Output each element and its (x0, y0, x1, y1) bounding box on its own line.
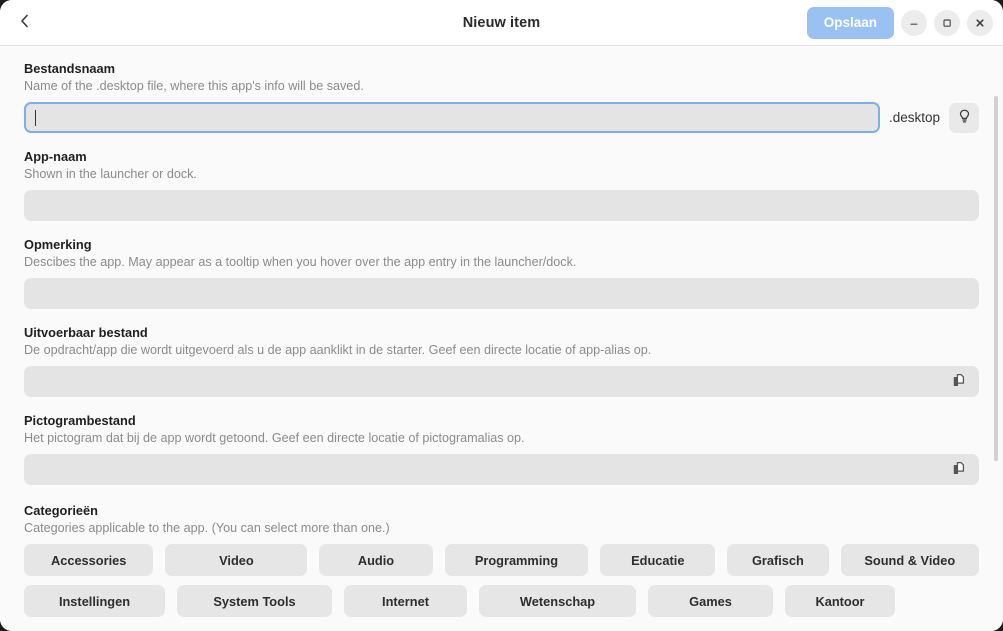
lightbulb-icon (956, 108, 973, 128)
executable-input-row (24, 366, 979, 397)
appname-description: Shown in the launcher or dock. (24, 167, 197, 181)
category-button[interactable]: Programming (444, 544, 589, 576)
form-content: Bestandsnaam Name of the .desktop file, … (0, 46, 1003, 631)
field-filename: Bestandsnaam Name of the .desktop file, … (24, 60, 979, 133)
filename-input-row: .desktop (24, 102, 979, 133)
appname-label: App-naam (24, 149, 87, 164)
scrollbar-thumb[interactable] (994, 96, 998, 461)
iconfile-input[interactable] (24, 454, 979, 485)
app-window: Nieuw item Opslaan Bestandsnaam Name of … (0, 0, 1003, 631)
field-comment: Opmerking Descibes the app. May appear a… (24, 236, 979, 309)
back-button[interactable] (8, 6, 42, 40)
header-controls: Opslaan (806, 6, 993, 39)
category-button[interactable]: Educatie (600, 544, 716, 576)
filename-label: Bestandsnaam (24, 61, 116, 76)
category-row: Instellingen System Tools Internet Wetensch… (24, 585, 979, 617)
appname-input[interactable] (24, 190, 979, 221)
executable-label: Uitvoerbaar bestand (24, 325, 148, 340)
header-bar: Nieuw item Opslaan (0, 0, 1003, 46)
executable-input[interactable] (24, 366, 979, 397)
text-caret (35, 109, 36, 126)
close-button[interactable] (967, 9, 993, 36)
comment-description: Descibes the app. May appear as a toolti… (24, 255, 577, 269)
maximize-button[interactable] (934, 9, 960, 36)
filename-extension-label: .desktop (888, 110, 940, 125)
open-file-icon (951, 372, 967, 391)
executable-description: De opdracht/app die wordt uitgevoerd als… (24, 343, 652, 357)
category-button[interactable]: Accessories (24, 544, 154, 576)
category-button[interactable]: Instellingen (24, 585, 165, 617)
category-button[interactable]: Kantoor (785, 585, 895, 617)
filename-input[interactable] (24, 102, 880, 133)
open-file-icon (951, 460, 967, 479)
maximize-icon (941, 17, 953, 29)
category-button[interactable]: Grafisch (727, 544, 829, 576)
category-button[interactable]: Video (165, 544, 308, 576)
category-button[interactable]: Sound & Video (840, 544, 979, 576)
filename-hint-button[interactable] (949, 102, 979, 133)
field-categories: Categorieën Categories applicable to the… (24, 502, 979, 617)
iconfile-input-row (24, 454, 979, 485)
appname-input-row (24, 190, 979, 221)
executable-browse-button[interactable] (947, 370, 971, 394)
filename-description: Name of the .desktop file, where this ap… (24, 79, 364, 93)
scrollbar-track[interactable] (994, 96, 998, 596)
field-iconfile: Pictogrambestand Het pictogram dat bij d… (24, 412, 979, 485)
minimize-icon (908, 17, 920, 29)
category-button[interactable]: Wetenschap (479, 585, 636, 617)
iconfile-description: Het pictogram dat bij de app wordt getoo… (24, 431, 525, 445)
categories-description: Categories applicable to the app. (You c… (24, 521, 390, 535)
close-icon (974, 17, 986, 29)
category-row: Accessories Video Audio Programming Educatie… (24, 544, 979, 576)
comment-input[interactable] (24, 278, 979, 309)
category-button-grid: Accessories Video Audio Programming Educatie… (24, 544, 979, 617)
chevron-left-icon (17, 13, 33, 32)
iconfile-browse-button[interactable] (947, 458, 971, 482)
minimize-button[interactable] (901, 9, 927, 36)
comment-input-row (24, 278, 979, 309)
iconfile-label: Pictogrambestand (24, 413, 136, 428)
category-button[interactable]: System Tools (177, 585, 332, 617)
category-button[interactable]: Games (648, 585, 773, 617)
field-appname: App-naam Shown in the launcher or dock. (24, 148, 979, 221)
categories-label: Categorieën (24, 503, 98, 518)
comment-label: Opmerking (24, 237, 92, 252)
category-button[interactable]: Audio (319, 544, 433, 576)
field-executable: Uitvoerbaar bestand De opdracht/app die … (24, 324, 979, 397)
category-button[interactable]: Internet (344, 585, 467, 617)
save-button[interactable]: Opslaan (806, 6, 894, 39)
